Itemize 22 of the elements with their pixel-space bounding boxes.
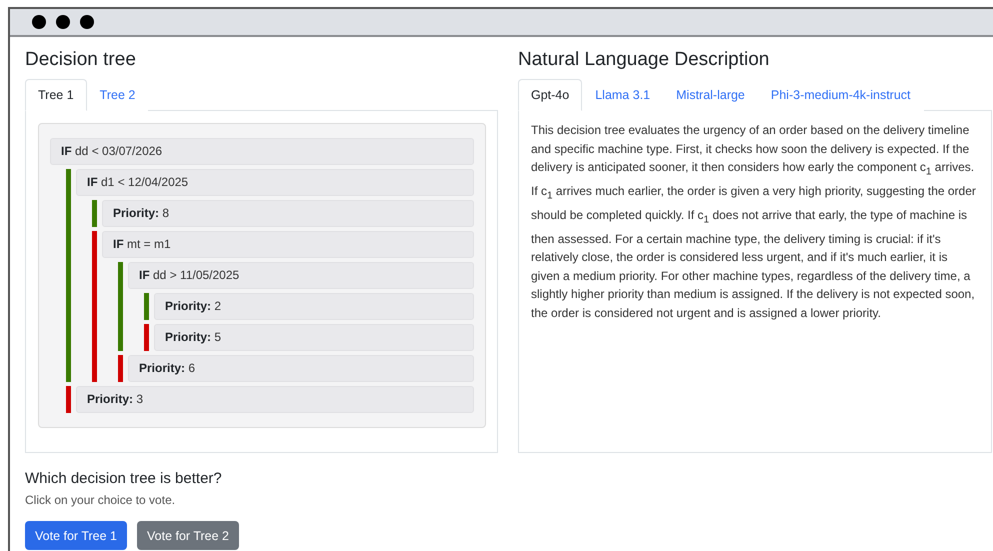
tree-node: Priority: 3 (76, 386, 474, 413)
tree-node: Priority: 6 (128, 355, 474, 382)
section-title: Decision tree (25, 48, 137, 72)
vote-button[interactable]: Vote for Tree 1 (25, 521, 127, 550)
tree-node: IF dd > 11/05/2025 (128, 262, 474, 289)
tab[interactable]: Tree 2 (86, 79, 148, 111)
window-dot-icon[interactable] (56, 15, 70, 29)
tab[interactable]: Tree 1 (25, 79, 87, 111)
section-title: Natural Language Description (518, 48, 770, 72)
vote-button[interactable]: Vote for Tree 2 (137, 521, 239, 550)
tree-node: IF dd < 03/07/2026 (50, 138, 474, 165)
tree-node: Priority: 2 (154, 293, 474, 320)
tree-node: IF d1 < 12/04/2025 (76, 169, 474, 196)
window-dot-icon[interactable] (80, 15, 94, 29)
tab[interactable]: Gpt-4o (518, 79, 582, 111)
tree-node: Priority: 5 (154, 324, 474, 351)
window-dot-icon[interactable] (32, 15, 46, 29)
tree-node: IF mt = m1 (102, 231, 474, 258)
description-text: This decision tree evaluates the urgency of an order based on the delivery timeline and specific machine type. First, it checks how soon the delivery is expected. If the delivery is anticipated sooner, it then considers how early the component c$_{1}$ arrives. If c$_{1}$ arrives much earlier, the order is given a very high priority, suggesting the order should be completed quickly. If c$_{1}$ does not arrive that early, the type of machine is then assessed. For a certain machine type, the delivery timing is crucial: if it's relatively close, the order is considered less urgent, and if it's much earlier, it is given a medium priority. For other machine types, regardless of the delivery time, a slightly higher priority than medium is assigned. If the delivery is not expected soon, the order is considered not urgent and is assigned a lower priority. (530, 122, 977, 322)
vote-hint: Click on your choice to vote. (25, 493, 176, 507)
vote-question: Which decision tree is better? (25, 470, 223, 487)
tree-node: Priority: 8 (102, 200, 474, 227)
